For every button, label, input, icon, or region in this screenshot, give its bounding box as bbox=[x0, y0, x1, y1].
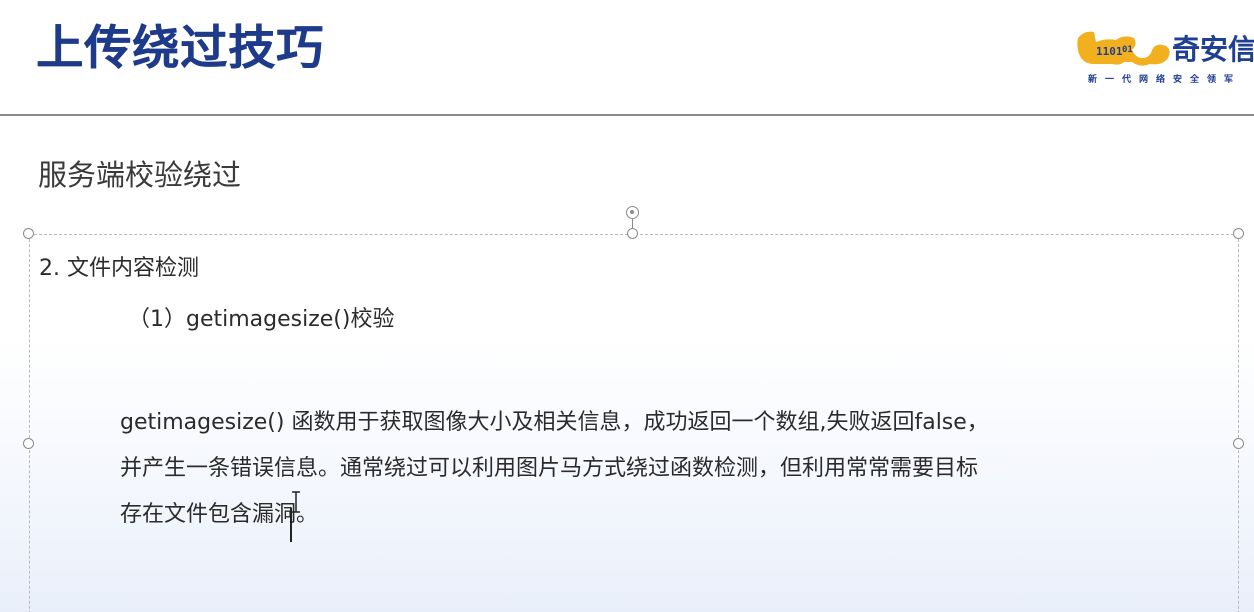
slide-header: 上传绕过技巧 1101 01 奇安信 新一代网络安全领军 bbox=[0, 0, 1254, 116]
resize-handle-middle-left[interactable] bbox=[23, 438, 34, 449]
section-heading: 服务端校验绕过 bbox=[38, 158, 242, 192]
text-caret bbox=[290, 508, 292, 542]
content-subitem: （1）getimagesize()校验 bbox=[128, 307, 395, 332]
slide-title: 上传绕过技巧 bbox=[36, 21, 324, 76]
rotate-handle-stem bbox=[632, 219, 633, 228]
rotate-handle-icon[interactable] bbox=[626, 206, 639, 219]
paragraph-line: 存在文件包含漏洞。 bbox=[120, 502, 319, 527]
logo-tagline: 新一代网络安全领军 bbox=[1088, 75, 1242, 85]
content-paragraph[interactable]: getimagesize() 函数用于获取图像大小及相关信息，成功返回一个数组,… bbox=[120, 400, 1240, 538]
logo-name: 奇安信 bbox=[1172, 33, 1254, 66]
header-divider bbox=[0, 114, 1254, 116]
paragraph-line: getimagesize() 函数用于获取图像大小及相关信息，成功返回一个数组,… bbox=[120, 410, 989, 435]
svg-text:01: 01 bbox=[1122, 45, 1133, 55]
paragraph-line: 并产生一条错误信息。通常绕过可以利用图片马方式绕过函数检测，但利用常常需要目标 bbox=[120, 456, 979, 481]
resize-handle-top-center[interactable] bbox=[627, 228, 638, 239]
ibeam-cursor-icon bbox=[292, 491, 300, 513]
resize-handle-top-right[interactable] bbox=[1233, 228, 1244, 239]
content-item-heading: 2. 文件内容检测 bbox=[39, 256, 199, 281]
resize-handle-top-left[interactable] bbox=[23, 228, 34, 239]
qianxin-logo: 1101 01 奇安信 新一代网络安全领军 bbox=[1076, 24, 1254, 90]
presentation-slide: 上传绕过技巧 1101 01 奇安信 新一代网络安全领军 服务端校验绕过 2. … bbox=[0, 0, 1254, 612]
svg-text:1101: 1101 bbox=[1096, 45, 1123, 58]
logo-mark-icon: 1101 01 bbox=[1077, 31, 1170, 66]
